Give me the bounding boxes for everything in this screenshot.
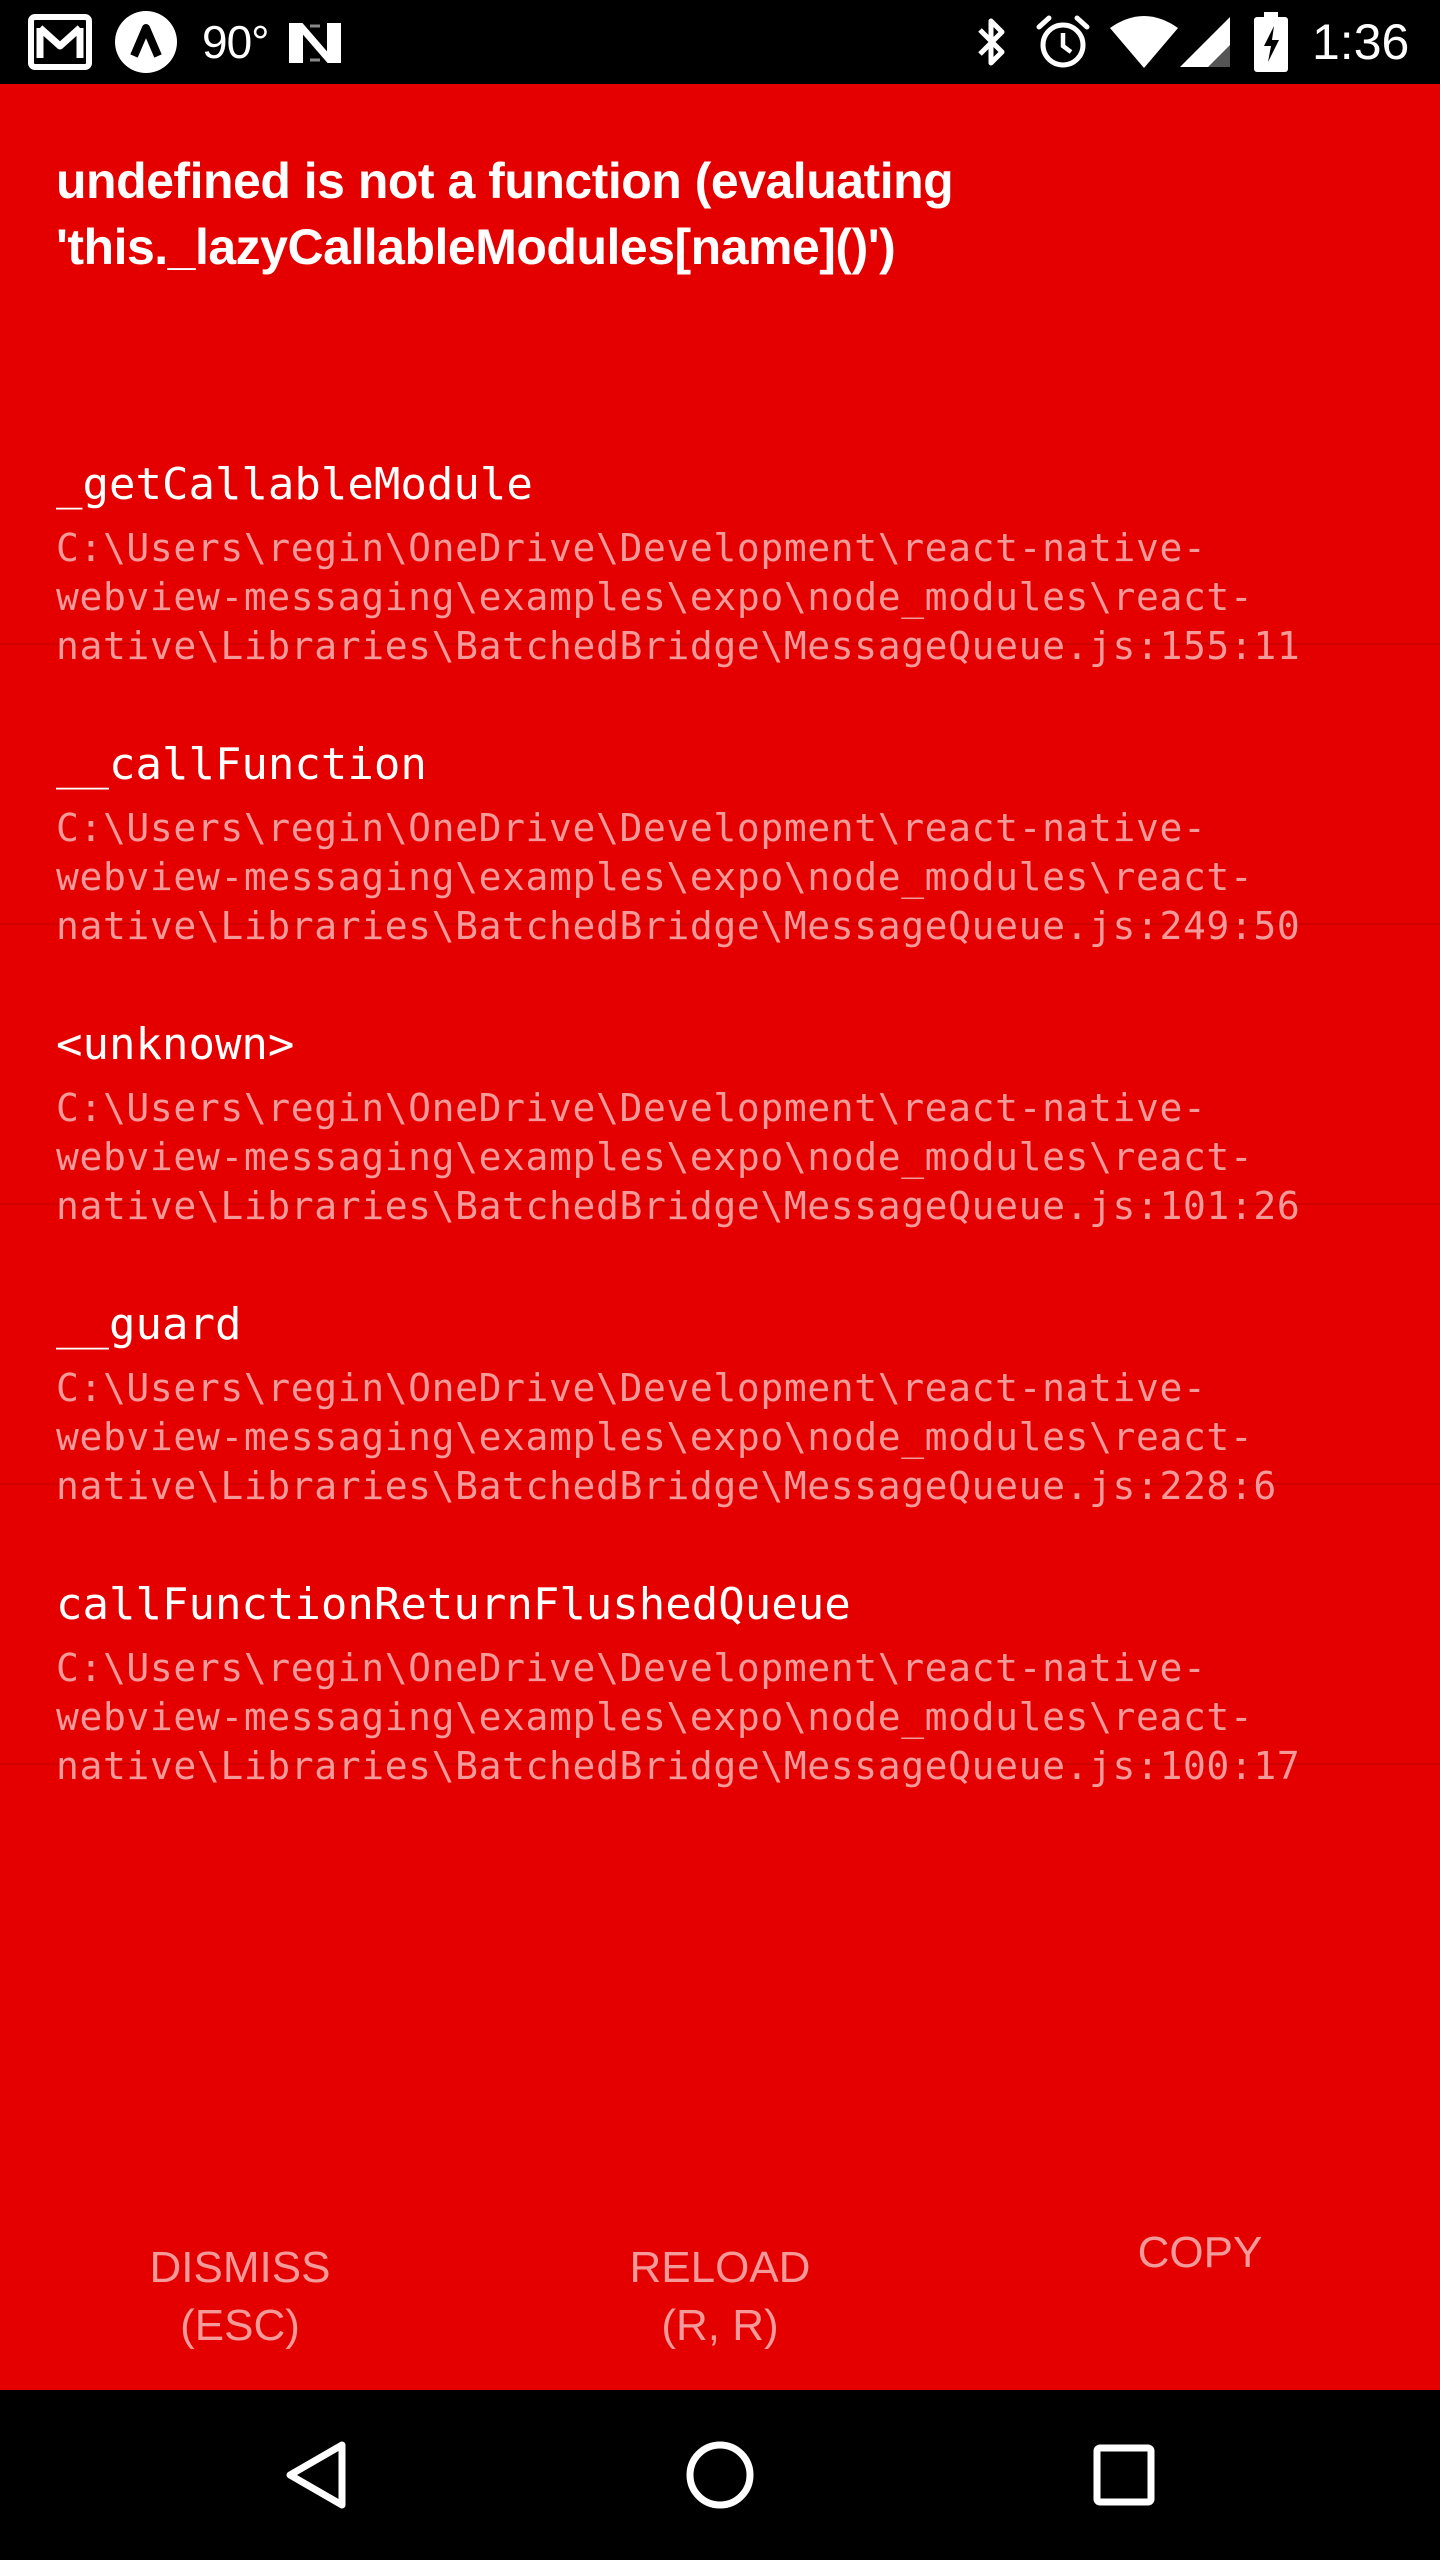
stack-frame-file-line: webview-messaging\examples\expo\node_mod… [56, 575, 1254, 619]
back-button[interactable] [216, 2390, 416, 2560]
stack-frame-file-line: C:\Users\regin\OneDrive\Development\reac… [56, 1646, 1207, 1690]
dismiss-button[interactable]: DISMISS (ESC) [0, 2204, 480, 2390]
gmail-icon [28, 0, 92, 84]
copy-button[interactable]: COPY [960, 2204, 1440, 2390]
navigation-bar [0, 2390, 1440, 2560]
stack-frame[interactable]: _getCallableModule C:\Users\regin\OneDri… [0, 365, 1440, 668]
stack-frame-method: callFunctionReturnFlushedQueue [56, 1579, 851, 1630]
stack-frame-file-line: native\Libraries\BatchedBridge\MessageQu… [56, 1744, 1301, 1788]
redbox-button-bar: DISMISS (ESC) RELOAD (R, R) COPY [0, 2204, 1440, 2390]
stack-frame-file-line: webview-messaging\examples\expo\node_mod… [56, 1415, 1254, 1459]
stack-frame-file-line: webview-messaging\examples\expo\node_mod… [56, 855, 1254, 899]
reload-button-shortcut: (R, R) [661, 2301, 779, 2350]
alarm-icon [1034, 0, 1092, 84]
stack-frame-method: <unknown> [56, 1019, 295, 1070]
reload-button[interactable]: RELOAD (R, R) [480, 2204, 960, 2390]
clock-time: 1:36 [1312, 0, 1409, 84]
stack-frame-file-line: C:\Users\regin\OneDrive\Development\reac… [56, 806, 1207, 850]
stack-trace[interactable]: _getCallableModule C:\Users\regin\OneDri… [0, 365, 1440, 1788]
copy-button-label: COPY [1137, 2228, 1263, 2277]
stack-frame-file-line: C:\Users\regin\OneDrive\Development\reac… [56, 1086, 1207, 1130]
back-icon [286, 2441, 346, 2509]
status-bar: 90° 1:36 [0, 0, 1440, 84]
redbox-error-screen: undefined is not a function (evaluating … [0, 84, 1440, 2390]
recents-button[interactable] [1024, 2390, 1224, 2560]
error-message: undefined is not a function (evaluating … [56, 153, 954, 275]
temperature-text: 90° [202, 0, 270, 84]
reload-button-label: RELOAD [629, 2243, 811, 2292]
stack-frame[interactable]: <unknown> C:\Users\regin\OneDrive\Develo… [0, 925, 1440, 1228]
stack-frame[interactable]: callFunctionReturnFlushedQueue C:\Users\… [0, 1485, 1440, 1788]
bluetooth-icon [972, 0, 1012, 84]
stack-frame-file-line: C:\Users\regin\OneDrive\Development\reac… [56, 526, 1207, 570]
stack-frame-method: _getCallableModule [56, 459, 533, 510]
stack-frame[interactable]: __callFunction C:\Users\regin\OneDrive\D… [0, 645, 1440, 948]
temperature-label: 90° [202, 16, 270, 68]
battery-charging-icon [1254, 0, 1288, 84]
stack-frame-file-line: C:\Users\regin\OneDrive\Development\reac… [56, 1366, 1207, 1410]
app-a-icon [114, 0, 178, 84]
cell-signal-icon [1178, 0, 1232, 84]
stack-frame-file-line: webview-messaging\examples\expo\node_mod… [56, 1695, 1254, 1739]
dismiss-button-shortcut: (ESC) [180, 2301, 300, 2350]
stack-frame[interactable]: __guard C:\Users\regin\OneDrive\Developm… [0, 1205, 1440, 1508]
dismiss-button-label: DISMISS [149, 2243, 331, 2292]
stack-frame-file-line: webview-messaging\examples\expo\node_mod… [56, 1135, 1254, 1179]
wifi-icon [1108, 0, 1180, 84]
n-app-icon [288, 0, 342, 84]
home-button[interactable] [620, 2390, 820, 2560]
home-icon [686, 2441, 754, 2509]
stack-frame-method: __guard [56, 1299, 242, 1350]
time-label: 1:36 [1312, 14, 1410, 70]
stack-frame-file: C:\Users\regin\OneDrive\Development\reac… [56, 1644, 1440, 1791]
recents-icon [1093, 2444, 1155, 2506]
stack-frame-method: __callFunction [56, 739, 427, 790]
